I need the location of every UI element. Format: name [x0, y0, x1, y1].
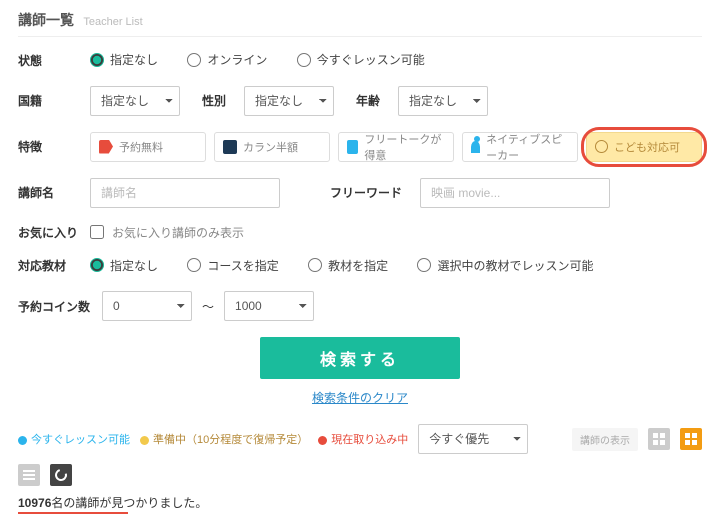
clear-filters-link[interactable]: 検索条件のクリア	[312, 391, 408, 405]
page-title-jp: 講師一覧	[18, 12, 74, 28]
face-icon	[595, 140, 608, 153]
radio-material-none[interactable]: 指定なし	[90, 257, 158, 274]
label-freeword: フリーワード	[330, 184, 402, 201]
tag-callan-half[interactable]: カラン半額	[214, 132, 330, 162]
dot-icon	[18, 436, 27, 445]
label-gender: 性別	[202, 92, 226, 109]
radio-material-text[interactable]: 教材を指定	[308, 257, 388, 274]
list-icon	[23, 470, 35, 480]
select-nationality[interactable]: 指定なし	[90, 86, 180, 116]
radio-material-course[interactable]: コースを指定	[187, 257, 278, 274]
tag-native[interactable]: ネイティブスピーカー	[462, 132, 578, 162]
input-teacher-name[interactable]	[90, 178, 280, 208]
dot-icon	[318, 436, 327, 445]
grid-icon	[653, 433, 665, 445]
refresh-icon	[53, 467, 69, 483]
view-grid-large-button[interactable]	[648, 428, 670, 450]
tag-free-booking[interactable]: 予約無料	[90, 132, 206, 162]
label-teacher-name: 講師名	[18, 184, 90, 201]
grid-icon	[685, 433, 697, 445]
result-count: 10976名の講師が見つかりました。	[18, 494, 702, 514]
bubble-icon	[347, 140, 358, 154]
refresh-button[interactable]	[50, 464, 72, 486]
status-radios: 指定なし オンライン 今すぐレッスン可能	[90, 51, 451, 70]
select-coin-max[interactable]: 1000	[224, 291, 314, 321]
radio-status-none[interactable]: 指定なし	[90, 51, 158, 68]
tag-kids[interactable]: こども対応可	[586, 132, 702, 162]
page-header: 講師一覧 Teacher List	[18, 10, 702, 37]
coin-separator: ～	[202, 298, 214, 315]
radio-status-now[interactable]: 今すぐレッスン可能	[297, 51, 425, 68]
page-title-en: Teacher List	[83, 16, 142, 28]
select-coin-min[interactable]: 0	[102, 291, 192, 321]
select-gender[interactable]: 指定なし	[244, 86, 334, 116]
legend-now: 今すぐレッスン可能	[18, 431, 130, 447]
legend-prep: 準備中（10分程度で復帰予定）	[140, 431, 308, 447]
radio-material-selected[interactable]: 選択中の教材でレッスン可能	[417, 257, 593, 274]
search-button[interactable]: 検索する	[260, 337, 460, 379]
user-icon	[471, 141, 480, 153]
checkbox-favorite[interactable]: お気に入り講師のみ表示	[90, 224, 244, 241]
label-age: 年齢	[356, 92, 380, 109]
tag-icon	[99, 140, 113, 154]
select-age[interactable]: 指定なし	[398, 86, 488, 116]
view-grid-small-button[interactable]	[680, 428, 702, 450]
label-coins: 予約コイン数	[18, 298, 102, 315]
label-materials: 対応教材	[18, 257, 90, 274]
square-icon	[223, 140, 237, 154]
select-sort[interactable]: 今すぐ優先	[418, 424, 528, 454]
label-nationality: 国籍	[18, 92, 90, 109]
label-status: 状態	[18, 52, 90, 69]
input-freeword[interactable]	[420, 178, 610, 208]
view-list-button[interactable]	[18, 464, 40, 486]
radio-status-online[interactable]: オンライン	[187, 51, 267, 68]
dot-icon	[140, 436, 149, 445]
tag-freetalk[interactable]: フリートークが得意	[338, 132, 454, 162]
view-label: 講師の表示	[572, 428, 638, 451]
label-favorite: お気に入り	[18, 224, 90, 241]
legend-busy: 現在取り込み中	[318, 431, 408, 447]
label-feature: 特徴	[18, 138, 90, 155]
